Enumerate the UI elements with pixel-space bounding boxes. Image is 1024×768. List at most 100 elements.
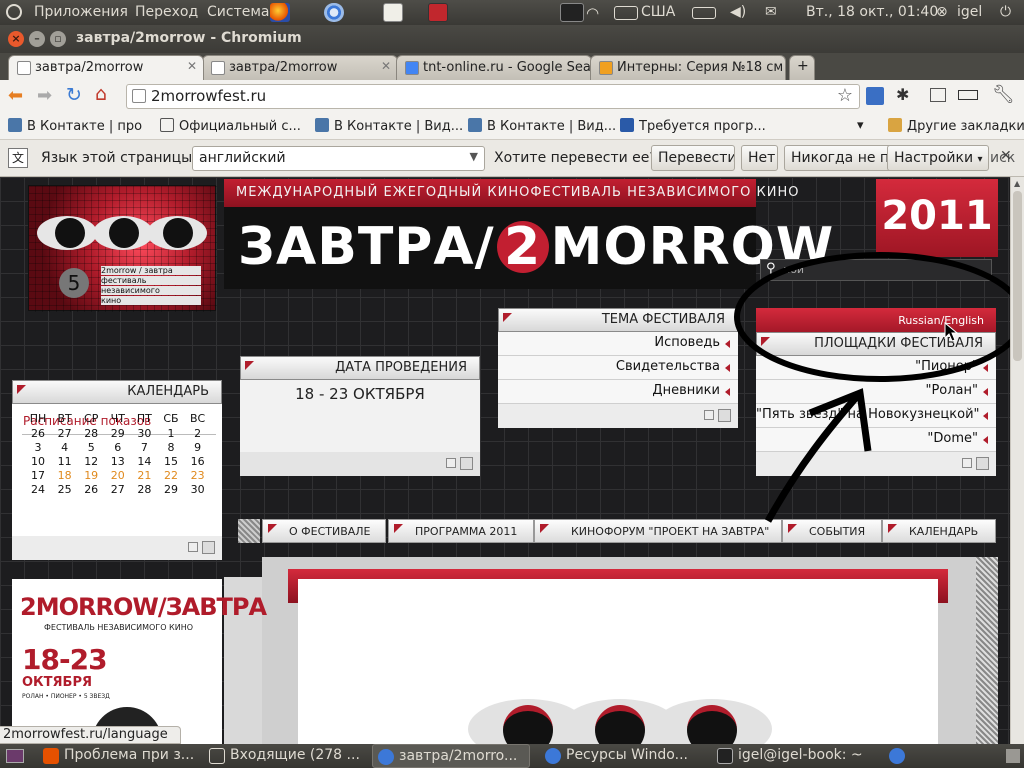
- calendar-day[interactable]: 27: [52, 427, 78, 440]
- language-select[interactable]: английский ▼: [192, 146, 485, 171]
- wifi-icon[interactable]: ◠: [586, 4, 599, 22]
- theme-item[interactable]: Свидетельства: [498, 356, 738, 380]
- text-editor-launcher-icon[interactable]: [383, 3, 403, 22]
- calendar-day[interactable]: 27: [105, 483, 131, 496]
- page-scrollbar[interactable]: ▲: [1010, 177, 1024, 744]
- calendar-day[interactable]: 13: [105, 455, 131, 468]
- nav-program[interactable]: ПРОГРАММА 2011: [388, 519, 534, 543]
- calendar-day[interactable]: 26: [78, 483, 104, 496]
- calendar-day[interactable]: 19: [78, 469, 104, 482]
- app-launcher-icon[interactable]: [428, 3, 448, 22]
- close-tab-icon[interactable]: ✕: [381, 59, 391, 73]
- places-menu[interactable]: Переход: [135, 4, 198, 20]
- keyboard-layout[interactable]: США: [641, 4, 675, 20]
- mail-icon[interactable]: ✉: [765, 4, 777, 20]
- clock[interactable]: Вт., 18 окт., 01:40: [806, 4, 938, 20]
- minimize-window-icon[interactable]: –: [29, 31, 45, 47]
- festival-poster[interactable]: 2MORROW/ЗАВТРА ФЕСТИВАЛЬ НЕЗАВИСИМОГО КИ…: [12, 579, 267, 744]
- scrollbar-thumb[interactable]: [1013, 191, 1022, 361]
- chromium-launcher-icon[interactable]: [324, 3, 344, 22]
- no-button[interactable]: Нет: [741, 145, 778, 171]
- calendar-day[interactable]: 5: [78, 441, 104, 454]
- bookmarks-overflow-icon[interactable]: ▾: [857, 118, 864, 133]
- expand-icon[interactable]: [460, 457, 473, 470]
- calendar-day[interactable]: 28: [78, 427, 104, 440]
- bookmark-item[interactable]: В Контакте | Вид...: [468, 118, 616, 134]
- trash-icon[interactable]: [1006, 749, 1020, 763]
- bookmark-item[interactable]: Требуется прогр...: [620, 118, 766, 134]
- calendar-day[interactable]: 18: [52, 469, 78, 482]
- dates-header[interactable]: ДАТА ПРОВЕДЕНИЯ: [240, 356, 480, 380]
- calendar-day[interactable]: 8: [158, 441, 184, 454]
- taskbar-item[interactable]: igel@igel-book: ~: [712, 744, 880, 768]
- calendar-day[interactable]: 7: [131, 441, 157, 454]
- close-tab-icon[interactable]: ✕: [187, 59, 197, 73]
- calendar-day[interactable]: 14: [131, 455, 157, 468]
- collapse-icon[interactable]: [188, 542, 198, 552]
- calendar-day[interactable]: 11: [52, 455, 78, 468]
- bookmark-star-icon[interactable]: ☆: [837, 85, 853, 106]
- firefox-launcher-icon[interactable]: [270, 3, 290, 22]
- calendar-header[interactable]: КАЛЕНДАРЬ: [12, 380, 222, 404]
- close-infobar-icon[interactable]: ✕: [1000, 148, 1012, 164]
- calendar-day[interactable]: 26: [25, 427, 51, 440]
- theme-header[interactable]: ТЕМА ФЕСТИВАЛЯ: [498, 308, 738, 332]
- calendar-day[interactable]: 1: [158, 427, 184, 440]
- calendar-day[interactable]: 30: [185, 483, 211, 496]
- volume-icon[interactable]: ◀): [730, 4, 746, 20]
- taskbar-item[interactable]: Ресурсы Windo...: [540, 744, 706, 768]
- calendar-day[interactable]: 16: [185, 455, 211, 468]
- wrench-icon[interactable]: 🔧︎: [992, 84, 1015, 105]
- address-bar[interactable]: 2morrowfest.ru ☆: [126, 84, 860, 109]
- scroll-up-icon[interactable]: ▲: [1014, 179, 1020, 188]
- calendar-day[interactable]: 15: [158, 455, 184, 468]
- url-text[interactable]: 2morrowfest.ru: [151, 87, 266, 105]
- user-name[interactable]: igel: [957, 4, 982, 20]
- new-tab-button[interactable]: +: [789, 55, 815, 80]
- user-icon[interactable]: ⊗: [936, 4, 948, 20]
- calendar-day[interactable]: 28: [131, 483, 157, 496]
- calendar-day[interactable]: 9: [185, 441, 211, 454]
- bookmark-item[interactable]: В Контакте | про: [8, 118, 142, 134]
- applications-menu[interactable]: Приложения: [34, 4, 128, 20]
- show-desktop-icon[interactable]: [6, 749, 24, 763]
- maximize-window-icon[interactable]: ▫: [50, 31, 66, 47]
- calendar-day[interactable]: 17: [25, 469, 51, 482]
- translate-button[interactable]: Перевести: [651, 145, 735, 171]
- calendar-day[interactable]: 23: [185, 469, 211, 482]
- bookmark-item[interactable]: В Контакте | Вид...: [315, 118, 463, 134]
- battery-icon[interactable]: [692, 7, 716, 19]
- taskbar-item[interactable]: [884, 744, 910, 768]
- power-icon[interactable]: ⏻: [1000, 4, 1011, 20]
- calendar-day[interactable]: 4: [52, 441, 78, 454]
- bug-icon[interactable]: ✱: [896, 85, 909, 104]
- calendar-day[interactable]: 2: [185, 427, 211, 440]
- calendar-day[interactable]: 25: [52, 483, 78, 496]
- tab-active[interactable]: завтра/2morrow ✕: [8, 55, 204, 80]
- calendar-day[interactable]: 29: [105, 427, 131, 440]
- keyboard-icon[interactable]: [614, 6, 638, 20]
- calendar-day[interactable]: 29: [158, 483, 184, 496]
- calendar-day[interactable]: 20: [105, 469, 131, 482]
- calendar-day[interactable]: 24: [25, 483, 51, 496]
- tab[interactable]: Интерны: Серия №18 см: [590, 55, 786, 80]
- reload-icon[interactable]: ↻: [66, 84, 82, 106]
- back-icon[interactable]: ⬅: [8, 85, 23, 106]
- tab[interactable]: tnt-online.ru - Google Sea: [396, 55, 592, 80]
- calendar-day[interactable]: 3: [25, 441, 51, 454]
- tab[interactable]: завтра/2morrow ✕: [202, 55, 398, 80]
- taskbar-item[interactable]: Входящие (278 ...: [204, 744, 368, 768]
- expand-icon[interactable]: [202, 541, 215, 554]
- theme-item[interactable]: Исповедь: [498, 332, 738, 356]
- system-menu[interactable]: Система: [207, 4, 269, 20]
- translate-settings-button[interactable]: Настройки ▾: [887, 145, 989, 171]
- calendar-day[interactable]: 30: [131, 427, 157, 440]
- forward-icon[interactable]: ➡: [37, 85, 52, 106]
- home-icon[interactable]: ⌂: [95, 83, 107, 105]
- theme-item[interactable]: Дневники: [498, 380, 738, 404]
- bookmark-item[interactable]: Официальный с...: [160, 118, 301, 134]
- collapse-icon[interactable]: [704, 410, 714, 420]
- nav-about[interactable]: О ФЕСТИВАЛЕ: [262, 519, 386, 543]
- calendar-day[interactable]: 6: [105, 441, 131, 454]
- collapse-icon[interactable]: [446, 458, 456, 468]
